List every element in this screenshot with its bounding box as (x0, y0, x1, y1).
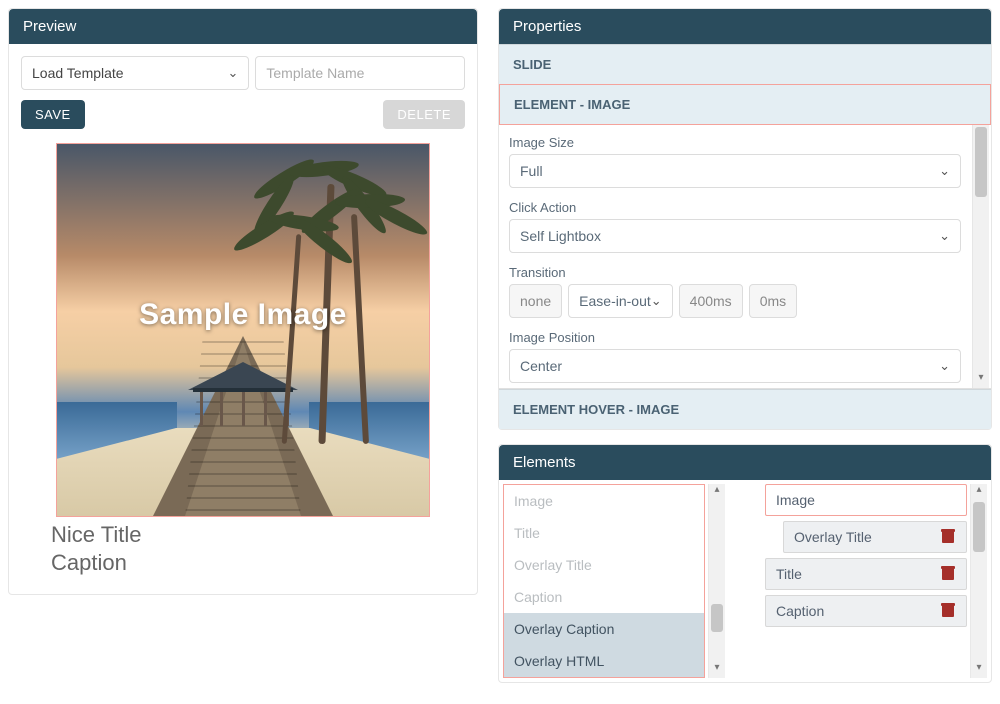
available-elements-list: Image Title Overlay Title Caption Overla… (503, 484, 705, 678)
label-image-position: Image Position (509, 330, 961, 345)
label-image-size: Image Size (509, 135, 961, 150)
assigned-scrollbar[interactable]: ▴ ▾ (970, 484, 987, 678)
assigned-elements-list: Image Overlay Title Title Caption (765, 484, 967, 627)
elements-panel: Elements Image Title Overlay Title Capti… (498, 444, 992, 683)
select-transition-ease[interactable]: Ease-in-out ⌄ (568, 284, 673, 318)
available-item-overlay-html[interactable]: Overlay HTML (504, 645, 704, 677)
select-click-action[interactable]: Self Lightbox ⌄ (509, 219, 961, 253)
properties-header: Properties (499, 9, 991, 44)
chevron-down-icon: ⌄ (227, 65, 238, 81)
scroll-thumb[interactable] (973, 502, 985, 552)
chevron-down-icon: ⌄ (939, 358, 950, 374)
assigned-item-title[interactable]: Title (765, 558, 967, 590)
elements-header: Elements (499, 445, 991, 480)
preview-header: Preview (9, 9, 477, 44)
preview-image[interactable]: Sample Image (56, 143, 430, 517)
accordion-element-image[interactable]: ELEMENT - IMAGE (499, 84, 991, 125)
properties-form: Image Size Full ⌄ Click Action Self Ligh… (499, 125, 991, 389)
properties-panel: Properties SLIDE ELEMENT - IMAGE Image S… (498, 8, 992, 430)
input-transition-delay[interactable]: 0ms (749, 284, 797, 318)
accordion-slide[interactable]: SLIDE (499, 44, 991, 84)
input-transition-duration[interactable]: 400ms (679, 284, 743, 318)
available-item-image[interactable]: Image (504, 485, 704, 517)
scroll-down-icon[interactable]: ▾ (973, 372, 989, 388)
available-item-overlay-title[interactable]: Overlay Title (504, 549, 704, 581)
available-scrollbar[interactable]: ▴ ▾ (708, 484, 725, 678)
accordion-hover-image[interactable]: ELEMENT HOVER - IMAGE (499, 389, 991, 429)
scroll-down-icon[interactable]: ▾ (971, 662, 987, 678)
save-button[interactable]: SAVE (21, 100, 85, 129)
scroll-thumb[interactable] (711, 604, 723, 632)
input-transition-type[interactable]: none (509, 284, 562, 318)
trash-icon[interactable] (940, 566, 956, 582)
assigned-item-caption[interactable]: Caption (765, 595, 967, 627)
load-template-label: Load Template (32, 65, 124, 81)
properties-scrollbar[interactable]: ▴ ▾ (972, 125, 989, 388)
preview-panel: Preview Load Template ⌄ Template Name SA… (8, 8, 478, 595)
chevron-down-icon: ⌄ (651, 293, 662, 309)
trash-icon[interactable] (940, 603, 956, 619)
assigned-item-image[interactable]: Image (765, 484, 967, 516)
chevron-down-icon: ⌄ (939, 228, 950, 244)
assigned-item-overlay-title[interactable]: Overlay Title (783, 521, 967, 553)
scroll-up-icon[interactable]: ▴ (971, 484, 987, 500)
delete-button[interactable]: DELETE (383, 100, 465, 129)
available-item-caption[interactable]: Caption (504, 581, 704, 613)
template-name-input[interactable]: Template Name (255, 56, 465, 90)
available-item-overlay-caption[interactable]: Overlay Caption (504, 613, 704, 645)
select-image-size[interactable]: Full ⌄ (509, 154, 961, 188)
preview-caption: Caption (51, 549, 435, 577)
label-click-action: Click Action (509, 200, 961, 215)
scroll-thumb[interactable] (975, 127, 987, 197)
select-image-position[interactable]: Center ⌄ (509, 349, 961, 383)
chevron-down-icon: ⌄ (939, 163, 950, 179)
preview-title: Nice Title (51, 521, 435, 549)
overlay-text: Sample Image (139, 298, 347, 332)
label-transition: Transition (509, 265, 961, 280)
scroll-up-icon[interactable]: ▴ (709, 484, 725, 500)
available-item-title[interactable]: Title (504, 517, 704, 549)
scroll-down-icon[interactable]: ▾ (709, 662, 725, 678)
load-template-select[interactable]: Load Template ⌄ (21, 56, 249, 90)
trash-icon[interactable] (940, 529, 956, 545)
